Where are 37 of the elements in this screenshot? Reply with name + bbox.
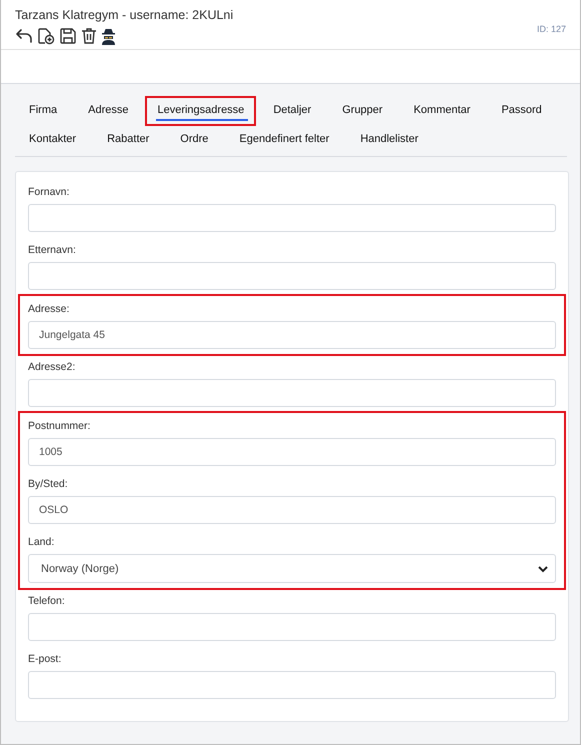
- field-label: Etternavn:: [28, 244, 77, 256]
- tab[interactable]: Passord: [487, 96, 556, 126]
- input-field[interactable]: [28, 379, 556, 407]
- trash-icon[interactable]: [81, 27, 97, 45]
- tab[interactable]: Kommentar: [400, 96, 484, 126]
- input-field[interactable]: [28, 204, 556, 232]
- field-label: Postnummer:: [28, 420, 92, 432]
- tab[interactable]: Leveringsadresse: [145, 96, 256, 126]
- add-file-icon[interactable]: [37, 27, 55, 45]
- record-id: ID: 127: [536, 24, 566, 36]
- input-field[interactable]: OSLO: [28, 496, 556, 524]
- hat-figure-icon[interactable]: [101, 28, 116, 44]
- tab[interactable]: Ordre: [166, 124, 222, 154]
- undo-icon[interactable]: [15, 27, 33, 45]
- field-label: Fornavn:: [28, 186, 70, 198]
- field-label: By/Sted:: [28, 478, 69, 490]
- tab[interactable]: Handlelister: [346, 124, 432, 154]
- country-dropdown[interactable]: Norway (Norge): [28, 554, 556, 583]
- tab[interactable]: Detaljer: [259, 96, 326, 126]
- field-label: Telefon:: [28, 595, 66, 607]
- tab[interactable]: Egendefinert felter: [225, 124, 344, 154]
- tab[interactable]: Adresse: [74, 96, 142, 126]
- field-label: Adresse:: [28, 303, 70, 315]
- input-field[interactable]: [28, 671, 556, 699]
- input-field[interactable]: [28, 262, 556, 290]
- page-title: Tarzans Klatregym - username: 2KULni: [15, 8, 234, 22]
- save-icon[interactable]: [59, 27, 77, 45]
- tab[interactable]: Firma: [15, 96, 72, 126]
- input-field[interactable]: Jungelgata 45: [28, 321, 556, 349]
- input-field[interactable]: 1005: [28, 438, 556, 466]
- tab[interactable]: Kontakter: [15, 124, 90, 154]
- field-label: Land:: [28, 536, 56, 548]
- field-label: E-post:: [28, 653, 62, 665]
- tab[interactable]: Grupper: [328, 96, 397, 126]
- field-label: Adresse2:: [28, 361, 76, 373]
- tab[interactable]: Rabatter: [93, 124, 164, 154]
- input-field[interactable]: [28, 613, 556, 641]
